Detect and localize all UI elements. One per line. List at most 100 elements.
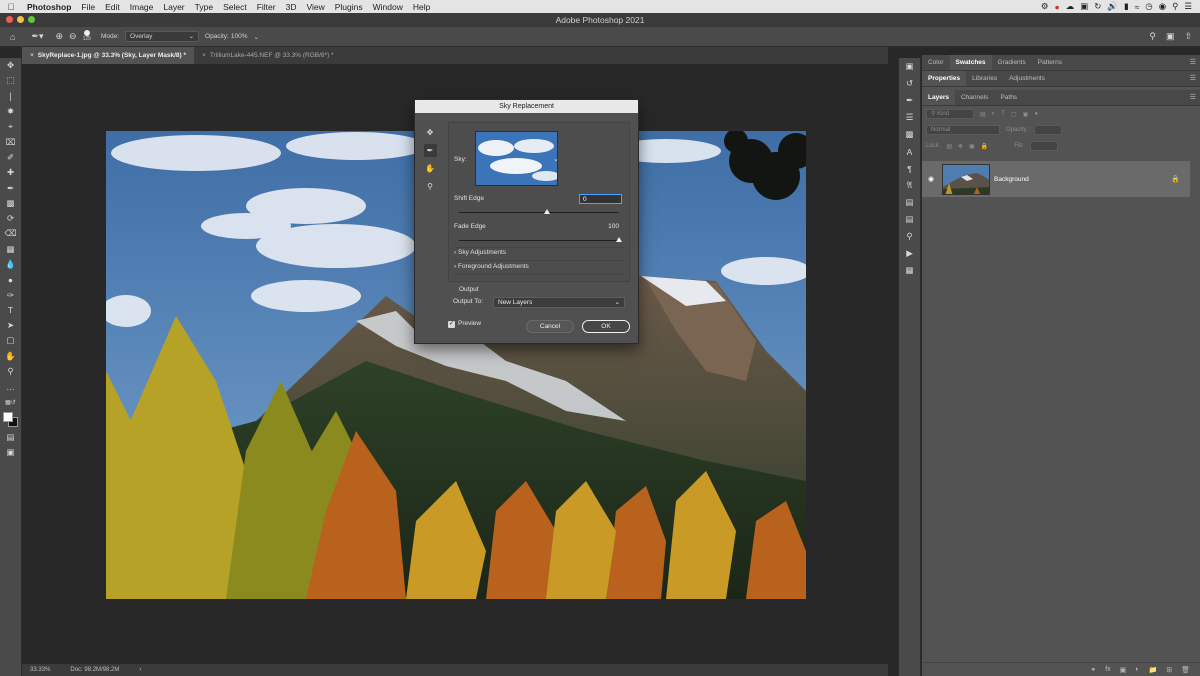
eyedropper-tool-icon[interactable]: ✐ [0, 150, 21, 165]
menu-help[interactable]: Help [408, 2, 435, 12]
menu-file[interactable]: File [76, 2, 100, 12]
trash-icon[interactable]: 🗑 [1181, 666, 1190, 674]
filter-smart-icon[interactable]: ▣ [1023, 111, 1029, 118]
record-icon[interactable]: ● [1055, 2, 1060, 12]
clone-stamp-tool-icon[interactable]: ▩ [0, 196, 21, 211]
lock-position-icon[interactable]: ✥ [958, 143, 963, 150]
home-icon[interactable]: ⌂ [10, 32, 15, 42]
menu-layer[interactable]: Layer [158, 2, 189, 12]
brush-settings-icon[interactable]: ✒ [899, 92, 920, 109]
libraries-icon[interactable]: ▤ [899, 194, 920, 211]
tab-swatches[interactable]: Swatches [949, 55, 992, 70]
document-tab-active[interactable]: × SkyReplace-1.jpg @ 33.3% (Sky, Layer M… [22, 47, 195, 64]
cloud-icon[interactable]: ☁ [1066, 1, 1075, 12]
tab-paths[interactable]: Paths [994, 90, 1023, 105]
layer-opacity-field[interactable] [1034, 125, 1063, 135]
add-mask-icon[interactable]: ▣ [1120, 666, 1127, 674]
battery-icon[interactable]: ▮ [1124, 1, 1129, 12]
search-icon[interactable]: ⚲ [1172, 1, 1178, 12]
filter-type-icon[interactable]: T [1001, 111, 1005, 117]
layer-kind-filter[interactable]: ⚲ Kind [926, 109, 974, 119]
menu-filter[interactable]: Filter [252, 2, 281, 12]
more-tools-icon[interactable]: … [0, 379, 21, 394]
preview-checkbox[interactable]: ✓ [448, 321, 455, 328]
brush-tool-icon[interactable]: ✒ [0, 180, 21, 195]
lock-pixels-icon[interactable]: ▤ [946, 143, 952, 150]
blend-mode-select[interactable]: Normal [926, 125, 1000, 135]
clock-icon[interactable]: ◷ [1145, 1, 1152, 12]
opacity-dropdown-icon[interactable]: ⌄ [253, 33, 258, 41]
brush-size-picker[interactable]: 125 [83, 30, 91, 43]
path-selection-tool-icon[interactable]: ➤ [0, 318, 21, 333]
menu-edit[interactable]: Edit [100, 2, 125, 12]
shift-edge-input[interactable]: 0 [579, 194, 622, 204]
glyphs-icon[interactable]: 𝔄 [899, 177, 920, 194]
play-actions-icon[interactable]: ▶ [899, 245, 920, 262]
search-icon[interactable]: ⚲ [1149, 31, 1156, 42]
document-tab[interactable]: × TrilliumLake-445.NEF @ 33.3% (RGB/8*) … [194, 47, 342, 64]
shift-edge-slider-handle[interactable] [544, 209, 550, 214]
layer-fill-field[interactable] [1029, 141, 1058, 151]
clone-source-icon[interactable]: ▩ [899, 126, 920, 143]
close-icon[interactable]: × [202, 52, 206, 59]
panel-menu-icon[interactable]: ☰ [1190, 74, 1196, 82]
quick-select-tool-icon[interactable]: ✸ [0, 104, 21, 119]
fade-edge-slider[interactable] [459, 237, 622, 242]
menu-3d[interactable]: 3D [281, 2, 302, 12]
tab-layers[interactable]: Layers [922, 90, 955, 105]
tool-presets-icon[interactable]: ☰ [899, 109, 920, 126]
filter-adjustment-icon[interactable]: ◐ [992, 111, 996, 117]
screen-mode-icon[interactable]: ▣ [0, 445, 21, 460]
sky-preset-thumbnail[interactable] [475, 131, 558, 186]
notes-icon[interactable]: ▤ [899, 211, 920, 228]
filter-pixel-icon[interactable]: ▤ [980, 111, 986, 118]
paragraph-icon[interactable]: ¶ [899, 160, 920, 177]
healing-brush-tool-icon[interactable]: ✚ [0, 165, 21, 180]
zoom-tool-icon[interactable]: ⚲ [424, 180, 437, 193]
menu-type[interactable]: Type [190, 2, 218, 12]
tab-color[interactable]: Color [922, 55, 950, 70]
character-icon[interactable]: A [899, 143, 920, 160]
tab-libraries[interactable]: Libraries [966, 71, 1003, 86]
menu-list-icon[interactable]: ☰ [1184, 1, 1192, 12]
hand-tool-icon[interactable]: ✋ [424, 162, 437, 175]
link-layers-icon[interactable]: ⚭ [1090, 666, 1096, 674]
pen-tool-icon[interactable]: ✑ [0, 287, 21, 302]
visibility-eye-icon[interactable]: ◉ [922, 175, 940, 183]
volume-icon[interactable]: 🔊 [1107, 1, 1118, 12]
foreground-color-swatch[interactable] [3, 411, 13, 422]
cancel-button[interactable]: Cancel [526, 320, 574, 333]
panel-menu-icon[interactable]: ☰ [1190, 58, 1196, 66]
layer-row[interactable]: ◉ Background 🔒 [922, 161, 1190, 197]
default-colors-icon[interactable]: ▦↺ [0, 395, 21, 410]
fade-edge-input[interactable]: 100 [579, 222, 622, 232]
filter-toggle-icon[interactable]: ● [1034, 111, 1038, 117]
new-layer-icon[interactable]: ⊞ [1166, 666, 1172, 674]
wifi-icon[interactable]: ≈ [1135, 2, 1140, 12]
history-brush-tool-icon[interactable]: ⟳ [0, 211, 21, 226]
quick-mask-icon[interactable]: ▤ [0, 430, 21, 445]
crop-tool-icon[interactable]: ⌖ [0, 119, 21, 134]
ok-button[interactable]: OK [582, 320, 630, 333]
filter-shape-icon[interactable]: ▢ [1011, 111, 1017, 118]
navigator-icon[interactable]: ⚲ [899, 228, 920, 245]
shift-edge-slider[interactable] [459, 209, 619, 214]
marquee-tool-icon[interactable]: ⬚ [0, 73, 21, 88]
zoom-tool-icon[interactable]: ⚲ [0, 364, 21, 379]
frame-tool-icon[interactable]: ⌧ [0, 134, 21, 149]
type-tool-icon[interactable]: T [0, 303, 21, 318]
user-avatar-icon[interactable]: ◉ [1159, 1, 1166, 12]
sync-icon[interactable]: ↻ [1094, 1, 1101, 12]
share-icon[interactable]: ⇧ [1184, 31, 1192, 42]
move-tool-icon[interactable]: ✥ [0, 58, 21, 73]
opacity-value[interactable]: 100% [231, 33, 248, 40]
shape-tool-icon[interactable]: ▢ [0, 333, 21, 348]
tab-gradients[interactable]: Gradients [992, 55, 1032, 70]
lock-artboard-icon[interactable]: ▣ [969, 143, 975, 150]
color-swatches[interactable] [0, 410, 21, 430]
gradient-tool-icon[interactable]: ▦ [0, 242, 21, 257]
brush-tool-preset-icon[interactable]: ✒▾ [31, 31, 43, 42]
sky-adjustments-toggle[interactable]: › Sky Adjustments [454, 249, 506, 256]
zoom-level[interactable]: 33.33% [30, 667, 50, 673]
output-to-select[interactable]: New Layers ⌄ [493, 297, 625, 308]
